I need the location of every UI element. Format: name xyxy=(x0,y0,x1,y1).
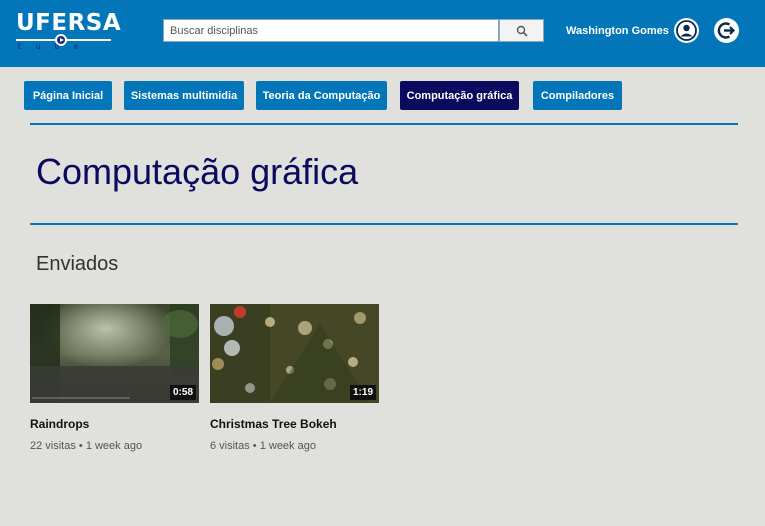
tab-label: Página Inicial xyxy=(32,89,104,102)
tab-label: Teoria da Computação xyxy=(262,89,381,102)
username[interactable]: Washington Gomes xyxy=(566,25,669,37)
video-meta: 6 visitas • 1 week ago xyxy=(210,440,316,452)
ufersa-tube-logo[interactable]: UFERSA tube xyxy=(14,8,121,58)
logout-icon xyxy=(717,22,736,39)
user-icon xyxy=(676,20,697,41)
search-icon xyxy=(516,25,528,37)
search-input[interactable] xyxy=(163,19,499,42)
divider xyxy=(30,123,738,125)
tab-sistemas-multimidia[interactable]: Sistemas multimidia xyxy=(124,81,244,110)
app-header: UFERSA tube Washington Gomes xyxy=(0,0,765,67)
profile-button[interactable] xyxy=(674,18,699,43)
divider xyxy=(30,223,738,225)
video-card[interactable]: 0:58 Raindrops 22 visitas • 1 week ago xyxy=(30,304,199,452)
video-thumbnail[interactable]: 0:58 xyxy=(30,304,199,403)
tab-computacao-grafica[interactable]: Computação gráfica xyxy=(400,81,519,110)
search-button[interactable] xyxy=(499,19,544,42)
logo-subtext: tube xyxy=(17,42,93,51)
tab-label: Sistemas multimidia xyxy=(130,89,238,102)
logo-text: UFERSA xyxy=(16,10,122,36)
video-thumbnail[interactable]: 1:19 xyxy=(210,304,379,403)
video-title[interactable]: Christmas Tree Bokeh xyxy=(210,417,337,431)
video-duration: 0:58 xyxy=(169,385,196,400)
tab-label: Computação gráfica xyxy=(406,89,513,102)
page-title: Computação gráfica xyxy=(36,151,359,192)
tab-pagina-inicial[interactable]: Página Inicial xyxy=(24,81,112,110)
video-meta: 22 visitas • 1 week ago xyxy=(30,440,143,452)
tab-teoria-computacao[interactable]: Teoria da Computação xyxy=(256,81,387,110)
logout-button[interactable] xyxy=(714,18,739,43)
tab-compiladores[interactable]: Compiladores xyxy=(533,81,622,110)
video-duration: 1:19 xyxy=(349,385,376,400)
section-title: Enviados xyxy=(36,253,119,275)
tab-label: Compiladores xyxy=(540,89,615,102)
video-card[interactable]: 1:19 Christmas Tree Bokeh 6 visitas • 1 … xyxy=(210,304,379,452)
video-title[interactable]: Raindrops xyxy=(30,417,89,431)
